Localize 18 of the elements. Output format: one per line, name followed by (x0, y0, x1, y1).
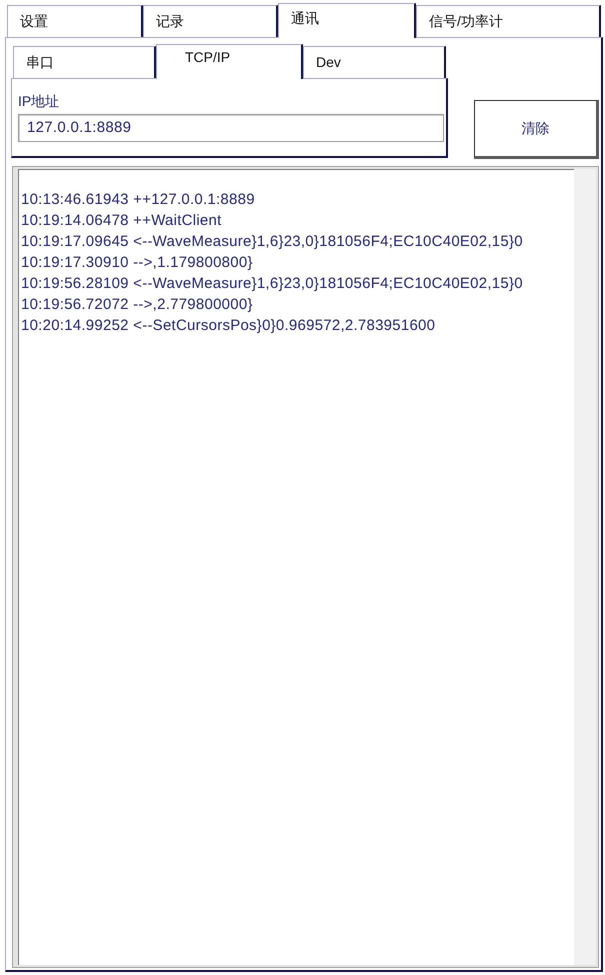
log-line: 10:20:14.99252 <--SetCursorsPos}0}0.969572,2.783951600 (21, 316, 436, 336)
sub-tab[interactable]: Dev (303, 46, 446, 78)
tab[interactable]: 信号/功率计 (416, 5, 601, 37)
log-line: 10:19:14.06478 ++WaitClient (21, 211, 222, 231)
sub-tab[interactable]: 串口 (13, 46, 156, 78)
sub-tab[interactable]: TCP/IP (156, 44, 303, 79)
log-line: 10:19:17.09645 <--WaveMeasure}1,6}23,0}181056F4;EC10C40E02,15}0 (21, 232, 524, 252)
log-line: 10:19:56.72072 -->,2.779800000} (21, 295, 254, 315)
tab[interactable]: 记录 (143, 5, 278, 37)
clear-button[interactable]: 清除 (474, 100, 599, 159)
log-line: 10:13:46.61943 ++127.0.0.1:8889 (21, 190, 256, 210)
tab[interactable]: 通讯 (278, 3, 416, 38)
log-line: 10:19:56.28109 <--WaveMeasure}1,6}23,0}181056F4;EC10C40E02,15}0 (21, 274, 524, 294)
tab[interactable]: 设置 (7, 5, 143, 37)
log-line: 10:19:17.30910 -->,1.179800800} (21, 253, 254, 273)
scrollbar[interactable] (574, 169, 596, 965)
field-label: IP地址 (18, 92, 60, 110)
ip-address-field[interactable]: 127.0.0.1:8889 (18, 114, 444, 142)
